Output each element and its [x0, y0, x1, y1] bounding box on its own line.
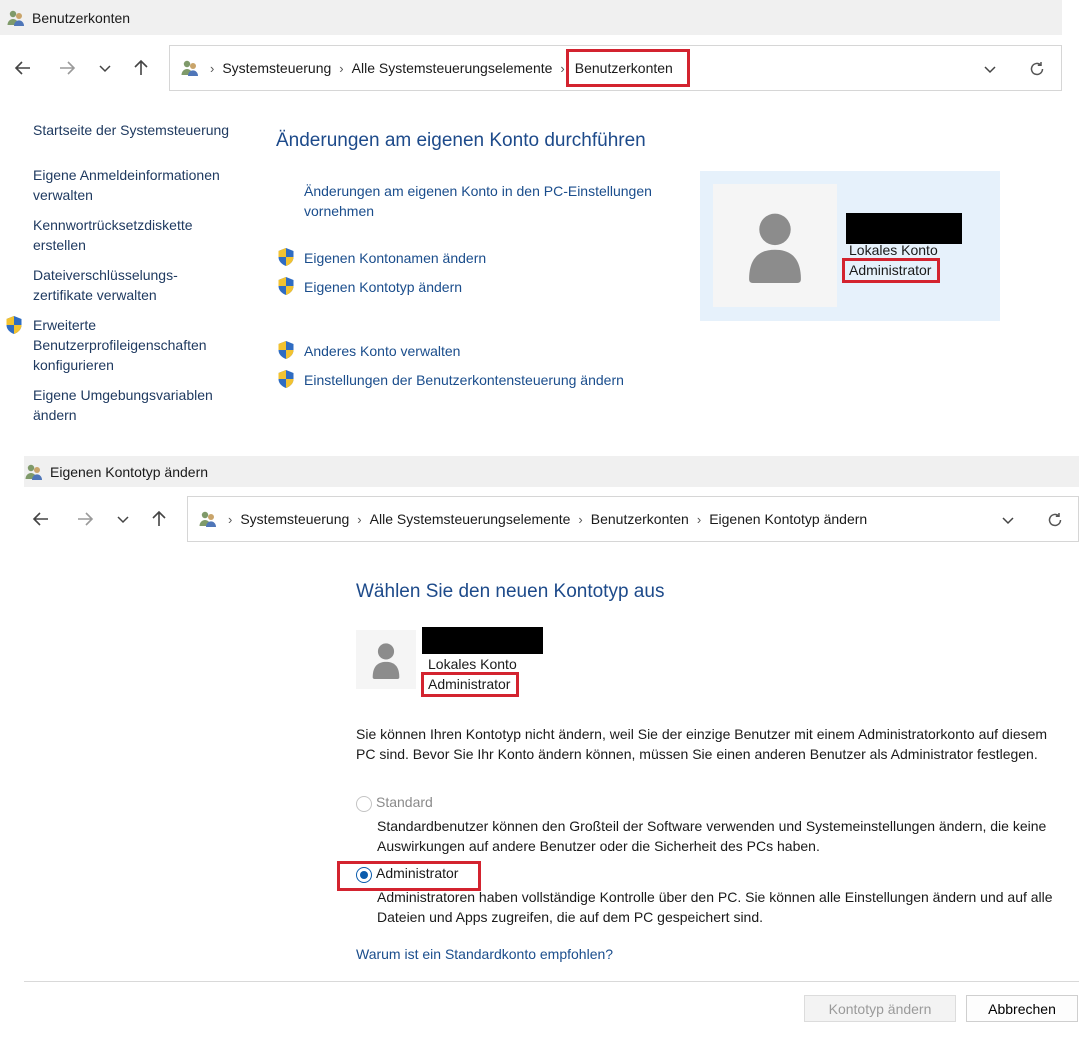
uac-shield-icon	[277, 247, 295, 267]
standard-label[interactable]: Standard	[376, 794, 433, 810]
user-accounts-icon	[180, 59, 200, 77]
sidebar-item-encryption-certs[interactable]: Dateiverschlüsselungs-zertifikate verwal…	[33, 265, 198, 305]
forward-button[interactable]	[72, 506, 98, 532]
account-type-label: Lokales Konto	[849, 242, 938, 258]
account-role-label: Administrator	[841, 258, 941, 283]
cancel-button[interactable]: Abbrechen	[966, 995, 1078, 1022]
up-icon	[134, 59, 148, 75]
up-button[interactable]	[146, 506, 172, 532]
window2-address-bar[interactable]: › Systemsteuerung › Alle Systemsteuerung…	[187, 496, 1079, 542]
forward-icon	[60, 61, 76, 75]
chevron-right-icon: ›	[560, 60, 565, 76]
window2-titlebar: Eigenen Kontotyp ändern	[24, 456, 1079, 487]
window1-title: Benutzerkonten	[32, 9, 131, 26]
breadcrumb-benutzerkonten[interactable]: Benutzerkonten	[587, 511, 693, 527]
sidebar-item-password-reset[interactable]: Kennwortrücksetzdiskette erstellen	[33, 215, 213, 255]
history-dropdown-icon	[99, 65, 111, 73]
breadcrumb-systemsteuerung[interactable]: Systemsteuerung	[236, 511, 353, 527]
breadcrumb-kontotyp[interactable]: Eigenen Kontotyp ändern	[705, 511, 871, 527]
up-icon	[152, 510, 166, 526]
refresh-icon	[1048, 513, 1062, 527]
window1-nav	[10, 45, 154, 91]
breadcrumb-alle-elemente[interactable]: Alle Systemsteuerungselemente	[348, 60, 557, 76]
uac-shield-icon	[277, 369, 295, 389]
chevron-right-icon: ›	[210, 60, 215, 76]
uac-shield-icon	[277, 276, 295, 296]
back-icon	[32, 512, 48, 526]
user-accounts-icon	[6, 9, 26, 27]
user-accounts-icon	[198, 510, 218, 528]
address-dropdown-button[interactable]	[997, 509, 1019, 531]
refresh-icon	[1030, 62, 1044, 76]
refresh-button[interactable]	[1044, 509, 1066, 531]
forward-icon	[78, 512, 94, 526]
sidebar-item-home[interactable]: Startseite der Systemsteuerung	[33, 120, 248, 140]
chevron-right-icon: ›	[578, 511, 583, 527]
recent-locations-button[interactable]	[110, 506, 136, 532]
back-button[interactable]	[10, 55, 36, 81]
standard-description: Standardbenutzer können den Großteil der…	[377, 818, 1047, 854]
why-standard-link[interactable]: Warum ist ein Standardkonto empfohlen?	[356, 944, 613, 964]
forward-button[interactable]	[54, 55, 80, 81]
page-heading: Änderungen am eigenen Konto durchführen	[276, 130, 646, 151]
chevron-right-icon: ›	[357, 511, 362, 527]
chevron-down-icon	[1002, 517, 1014, 525]
administrator-radio[interactable]	[356, 867, 372, 883]
chevron-right-icon: ›	[696, 511, 702, 527]
uac-shield-icon	[277, 340, 295, 360]
back-button[interactable]	[28, 506, 54, 532]
chevron-right-icon: ›	[339, 60, 344, 76]
standard-radio[interactable]	[356, 796, 372, 812]
sidebar-item-credentials[interactable]: Eigene Anmeldeinformationen verwalten	[33, 165, 243, 205]
info-text: Sie können Ihren Kontotyp nicht ändern, …	[356, 726, 1048, 762]
breadcrumb-alle-elemente[interactable]: Alle Systemsteuerungselemente	[366, 511, 575, 527]
footer-divider	[24, 981, 1079, 982]
history-dropdown-icon	[117, 516, 129, 524]
administrator-description: Administratoren haben vollständige Kontr…	[377, 889, 1053, 925]
chevron-right-icon: ›	[228, 511, 233, 527]
pc-settings-link[interactable]: Änderungen am eigenen Konto in den PC-Ei…	[304, 181, 689, 221]
back-icon	[14, 61, 30, 75]
address-dropdown-button[interactable]	[979, 58, 1001, 80]
sidebar-item-env-variables[interactable]: Eigene Umgebungsvariablen ändern	[33, 385, 233, 425]
account-role-label: Administrator	[420, 672, 520, 697]
change-account-type-button[interactable]: Kontotyp ändern	[804, 995, 956, 1022]
user-accounts-icon	[24, 463, 44, 481]
window1-titlebar: Benutzerkonten	[0, 0, 1062, 35]
user-avatar-icon	[746, 209, 804, 283]
administrator-label[interactable]: Administrator	[376, 865, 458, 881]
account-type-label: Lokales Konto	[428, 656, 517, 672]
breadcrumb-benutzerkonten[interactable]: Benutzerkonten	[565, 49, 690, 87]
redacted-username	[846, 213, 962, 244]
manage-other-account-link[interactable]: Anderes Konto verwalten	[304, 341, 460, 361]
choose-type-heading: Wählen Sie den neuen Kontotyp aus	[356, 581, 665, 602]
avatar	[713, 184, 837, 307]
rename-account-link[interactable]: Eigenen Kontonamen ändern	[304, 248, 486, 268]
avatar	[356, 630, 416, 689]
change-account-type-link[interactable]: Eigenen Kontotyp ändern	[304, 277, 462, 297]
window2-title: Eigenen Kontotyp ändern	[50, 463, 209, 480]
recent-locations-button[interactable]	[92, 55, 118, 81]
redacted-username	[422, 627, 543, 654]
window2-nav	[28, 496, 172, 542]
chevron-down-icon	[984, 66, 996, 74]
up-button[interactable]	[128, 55, 154, 81]
breadcrumb-systemsteuerung[interactable]: Systemsteuerung	[218, 60, 335, 76]
account-card: Lokales Konto Administrator	[700, 171, 1000, 321]
user-avatar-icon	[371, 641, 401, 679]
uac-shield-icon	[5, 315, 23, 335]
uac-settings-link[interactable]: Einstellungen der Benutzerkontensteuerun…	[304, 370, 624, 390]
window1-address-bar[interactable]: › Systemsteuerung › Alle Systemsteuerung…	[169, 45, 1062, 91]
sidebar-item-advanced-profile[interactable]: Erweiterte Benutzerprofileigenschaften k…	[33, 315, 233, 375]
refresh-button[interactable]	[1026, 58, 1048, 80]
